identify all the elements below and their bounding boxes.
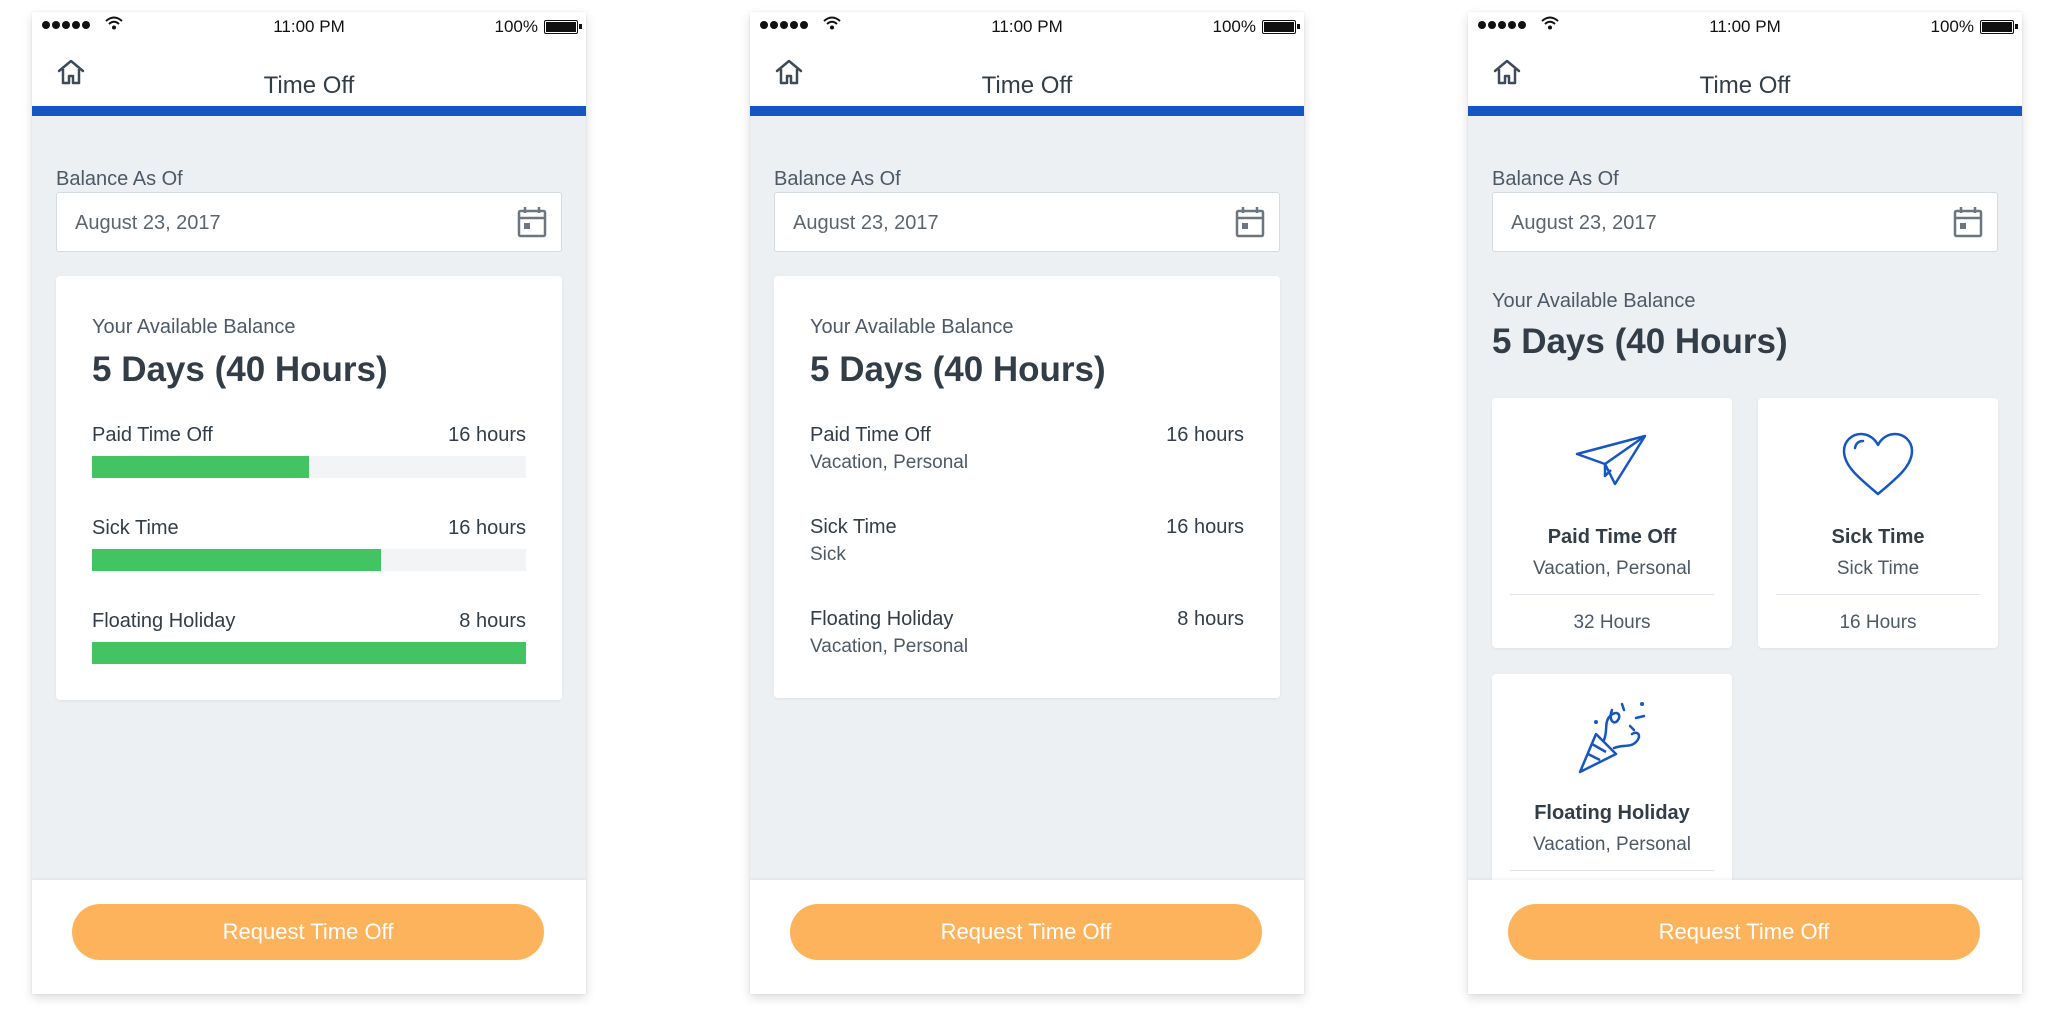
phone-screen-progress-view: 11:00 PM 100% Time Off Balance As Of Aug… [32, 12, 586, 994]
date-value: August 23, 2017 [1511, 212, 1657, 234]
row-name: Sick Time [92, 517, 179, 539]
balance-as-of-label: Balance As Of [774, 168, 901, 190]
tile-sick-time[interactable]: Sick Time Sick Time 16 Hours [1758, 398, 1998, 648]
status-bar: 11:00 PM 100% [1468, 12, 2022, 40]
tile-subtitle: Sick Time [1836, 558, 1920, 579]
status-bar: 11:00 PM 100% [32, 12, 586, 40]
footer-bar: Request Time Off [1468, 880, 2022, 994]
row-name: Paid Time Off [810, 424, 931, 446]
page-title: Time Off [263, 72, 355, 99]
tile-divider [1776, 594, 1980, 595]
phone-screen-list-view: 11:00 PM 100% Time Off Balance As Of Aug… [750, 12, 1304, 994]
row-name: Floating Holiday [810, 608, 954, 630]
tile-subtitle: Vacation, Personal [1532, 834, 1692, 855]
app-header: 11:00 PM 100% Time Off [750, 12, 1304, 116]
date-picker-field[interactable]: August 23, 2017 [56, 192, 562, 252]
row-hours: 8 hours [459, 610, 526, 632]
request-time-off-button[interactable]: Request Time Off [790, 904, 1262, 960]
tile-paid-time-off[interactable]: Paid Time Off Vacation, Personal 32 Hour… [1492, 398, 1732, 648]
heart-icon [1842, 432, 1914, 496]
progress-bar [92, 456, 526, 478]
battery-percent: 100% [1212, 17, 1256, 36]
balance-card: Your Available Balance 5 Days (40 Hours)… [774, 276, 1280, 698]
status-bar: 11:00 PM 100% [750, 12, 1304, 40]
available-balance-label: Your Available Balance [1492, 290, 1696, 312]
app-header: 11:00 PM 100% Time Off [1468, 12, 2022, 116]
row-name: Floating Holiday [92, 610, 236, 632]
available-balance-value: 5 Days (40 Hours) [1492, 322, 1788, 361]
progress-bar [92, 642, 526, 664]
row-name: Paid Time Off [92, 424, 213, 446]
calendar-icon[interactable] [1235, 206, 1265, 238]
app-header: 11:00 PM 100% Time Off [32, 12, 586, 116]
row-name: Sick Time [810, 516, 897, 538]
row-hours: 8 hours [1177, 608, 1244, 630]
battery-percent: 100% [494, 17, 538, 36]
balance-card: Your Available Balance 5 Days (40 Hours)… [56, 276, 562, 700]
battery-icon [1262, 20, 1300, 34]
row-subtitle: Sick [810, 544, 846, 565]
date-value: August 23, 2017 [75, 212, 221, 234]
tile-name: Sick Time [1831, 526, 1925, 548]
date-value: August 23, 2017 [793, 212, 939, 234]
paper-plane-icon [1575, 434, 1647, 486]
available-balance-label: Your Available Balance [810, 316, 1014, 338]
phone-screen-tile-view: 11:00 PM 100% Time Off Balance As Of Aug… [1468, 12, 2022, 994]
battery-icon [544, 20, 582, 34]
page-title: Time Off [981, 72, 1073, 99]
available-balance-label: Your Available Balance [92, 316, 296, 338]
progress-bar-fill [92, 456, 309, 478]
progress-bar-fill [92, 549, 381, 571]
row-subtitle: Vacation, Personal [810, 636, 969, 657]
progress-bar-fill [92, 642, 526, 664]
row-hours: 16 hours [1166, 424, 1244, 446]
battery-percent: 100% [1930, 17, 1974, 36]
footer-bar: Request Time Off [750, 880, 1304, 994]
request-time-off-button[interactable]: Request Time Off [1508, 904, 1980, 960]
available-balance-value: 5 Days (40 Hours) [810, 350, 1106, 389]
party-popper-icon [1578, 702, 1646, 774]
row-hours: 16 hours [448, 424, 526, 446]
tile-name: Floating Holiday [1534, 802, 1690, 824]
progress-bar [92, 549, 526, 571]
page-title: Time Off [1699, 72, 1791, 99]
tile-hours: 32 Hours [1573, 612, 1651, 633]
balance-as-of-label: Balance As Of [1492, 168, 1619, 190]
tile-divider [1510, 870, 1714, 871]
balance-as-of-label: Balance As Of [56, 168, 183, 190]
tile-divider [1510, 594, 1714, 595]
date-picker-field[interactable]: August 23, 2017 [774, 192, 1280, 252]
row-hours: 16 hours [448, 517, 526, 539]
footer-bar: Request Time Off [32, 880, 586, 994]
calendar-icon[interactable] [517, 206, 547, 238]
tile-hours: 16 Hours [1839, 612, 1917, 633]
calendar-icon[interactable] [1953, 206, 1983, 238]
tile-subtitle: Vacation, Personal [1532, 558, 1692, 579]
row-hours: 16 hours [1166, 516, 1244, 538]
date-picker-field[interactable]: August 23, 2017 [1492, 192, 1998, 252]
battery-icon [1980, 20, 2018, 34]
available-balance-value: 5 Days (40 Hours) [92, 350, 388, 389]
tile-name: Paid Time Off [1547, 526, 1677, 548]
row-subtitle: Vacation, Personal [810, 452, 969, 473]
request-time-off-button[interactable]: Request Time Off [72, 904, 544, 960]
